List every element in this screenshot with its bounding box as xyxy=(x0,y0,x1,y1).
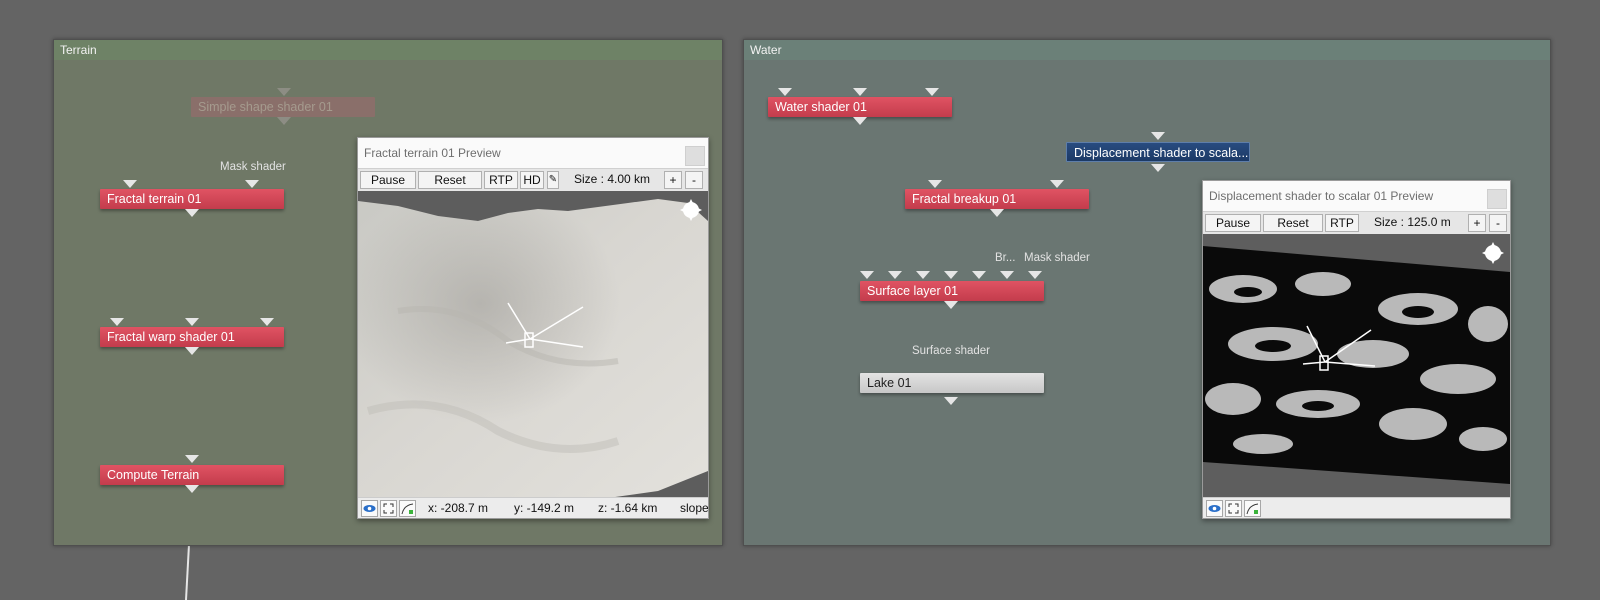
input-port[interactable] xyxy=(277,88,291,96)
terrain-preview-statusbar: x: -208.7 m y: -149.2 m z: -1.64 km slop… xyxy=(358,497,708,518)
reset-button[interactable]: Reset xyxy=(1263,214,1323,232)
x-coordinate: x: -208.7 m xyxy=(428,501,489,515)
input-port[interactable] xyxy=(928,180,942,188)
eye-icon[interactable] xyxy=(1206,500,1223,517)
water-preview-title: Displacement shader to scalar 01 Preview xyxy=(1209,189,1434,203)
input-port[interactable] xyxy=(110,318,124,326)
wire-label-surface-shader: Surface shader xyxy=(912,345,990,357)
slope-readout: slope xyxy=(680,501,709,515)
terrain-render xyxy=(358,191,708,498)
pause-button[interactable]: Pause xyxy=(360,171,416,189)
input-port[interactable] xyxy=(1151,132,1165,140)
zoom-in-button[interactable]: + xyxy=(664,171,682,189)
node-fractal-breakup[interactable]: Fractal breakup 01 xyxy=(905,189,1089,209)
size-readout: Size : 4.00 km xyxy=(574,172,651,186)
input-port[interactable] xyxy=(944,271,958,279)
input-port[interactable] xyxy=(123,180,137,188)
compass-icon[interactable] xyxy=(1482,242,1504,264)
fullscreen-icon[interactable] xyxy=(380,500,397,517)
rtp-button[interactable]: RTP xyxy=(484,171,518,189)
input-port[interactable] xyxy=(853,88,867,96)
zoom-out-button[interactable]: - xyxy=(685,171,703,189)
close-button[interactable] xyxy=(1487,189,1507,209)
eye-icon[interactable] xyxy=(361,500,378,517)
terrain-render-view[interactable] xyxy=(358,191,708,498)
terrain-preview-titlebar[interactable]: Fractal terrain 01 Preview xyxy=(358,138,708,168)
input-port[interactable] xyxy=(245,180,259,188)
paintbrush-icon[interactable]: ✎ xyxy=(547,171,559,189)
node-fractal-warp-shader[interactable]: Fractal warp shader 01 xyxy=(100,327,284,347)
node-displacement-shader[interactable]: Displacement shader to scala... xyxy=(1066,142,1250,162)
input-port[interactable] xyxy=(1050,180,1064,188)
wire-label-mask-shader: Mask shader xyxy=(220,161,286,173)
terrain-group-title: Terrain xyxy=(54,40,722,60)
terrain-preview-window[interactable]: Fractal terrain 01 Preview Pause Reset R… xyxy=(357,137,709,519)
zoom-out-button[interactable]: - xyxy=(1489,214,1507,232)
output-port[interactable] xyxy=(853,117,867,125)
output-port[interactable] xyxy=(1151,164,1165,172)
output-port[interactable] xyxy=(990,209,1004,217)
input-port[interactable] xyxy=(925,88,939,96)
terrain-preview-title: Fractal terrain 01 Preview xyxy=(364,146,501,160)
output-port[interactable] xyxy=(185,485,199,493)
render-icon[interactable] xyxy=(1244,500,1261,517)
output-port[interactable] xyxy=(944,397,958,405)
water-preview-window[interactable]: Displacement shader to scalar 01 Preview… xyxy=(1202,180,1511,519)
input-port[interactable] xyxy=(185,455,199,463)
hd-button[interactable]: HD xyxy=(520,171,544,189)
input-port[interactable] xyxy=(888,271,902,279)
water-render-view[interactable] xyxy=(1203,234,1510,498)
output-port[interactable] xyxy=(277,117,291,125)
compass-icon[interactable] xyxy=(680,199,702,221)
zoom-in-button[interactable]: + xyxy=(1468,214,1486,232)
water-group-title: Water xyxy=(744,40,1550,60)
input-port[interactable] xyxy=(972,271,986,279)
node-simple-shape-shader[interactable]: Simple shape shader 01 xyxy=(191,97,375,117)
input-port[interactable] xyxy=(916,271,930,279)
output-port[interactable] xyxy=(944,301,958,309)
pause-button[interactable]: Pause xyxy=(1205,214,1261,232)
input-port[interactable] xyxy=(260,318,274,326)
render-icon[interactable] xyxy=(399,500,416,517)
wire-label-breakup: Br... xyxy=(995,252,1016,264)
size-readout: Size : 125.0 m xyxy=(1374,215,1451,229)
terrain-preview-toolbar: Pause Reset RTP HD ✎ Size : 4.00 km + - xyxy=(358,168,708,192)
water-preview-titlebar[interactable]: Displacement shader to scalar 01 Preview xyxy=(1203,181,1510,211)
output-port[interactable] xyxy=(185,209,199,217)
z-coordinate: z: -1.64 km xyxy=(598,501,658,515)
node-fractal-terrain[interactable]: Fractal terrain 01 xyxy=(100,189,284,209)
node-surface-layer[interactable]: Surface layer 01 xyxy=(860,281,1044,301)
input-port[interactable] xyxy=(1028,271,1042,279)
water-render xyxy=(1203,234,1510,498)
water-preview-statusbar xyxy=(1203,497,1510,518)
close-button[interactable] xyxy=(685,146,705,166)
rtp-button[interactable]: RTP xyxy=(1325,214,1359,232)
input-port[interactable] xyxy=(778,88,792,96)
input-port[interactable] xyxy=(185,318,199,326)
node-water-shader[interactable]: Water shader 01 xyxy=(768,97,952,117)
fullscreen-icon[interactable] xyxy=(1225,500,1242,517)
input-port[interactable] xyxy=(1000,271,1014,279)
water-preview-toolbar: Pause Reset RTP Size : 125.0 m + - xyxy=(1203,211,1510,235)
input-port[interactable] xyxy=(860,271,874,279)
node-lake[interactable]: Lake 01 xyxy=(860,373,1044,393)
node-compute-terrain[interactable]: Compute Terrain xyxy=(100,465,284,485)
wire-label-mask-shader: Mask shader xyxy=(1024,252,1090,264)
y-coordinate: y: -149.2 m xyxy=(514,501,575,515)
output-port[interactable] xyxy=(185,347,199,355)
reset-button[interactable]: Reset xyxy=(418,171,482,189)
